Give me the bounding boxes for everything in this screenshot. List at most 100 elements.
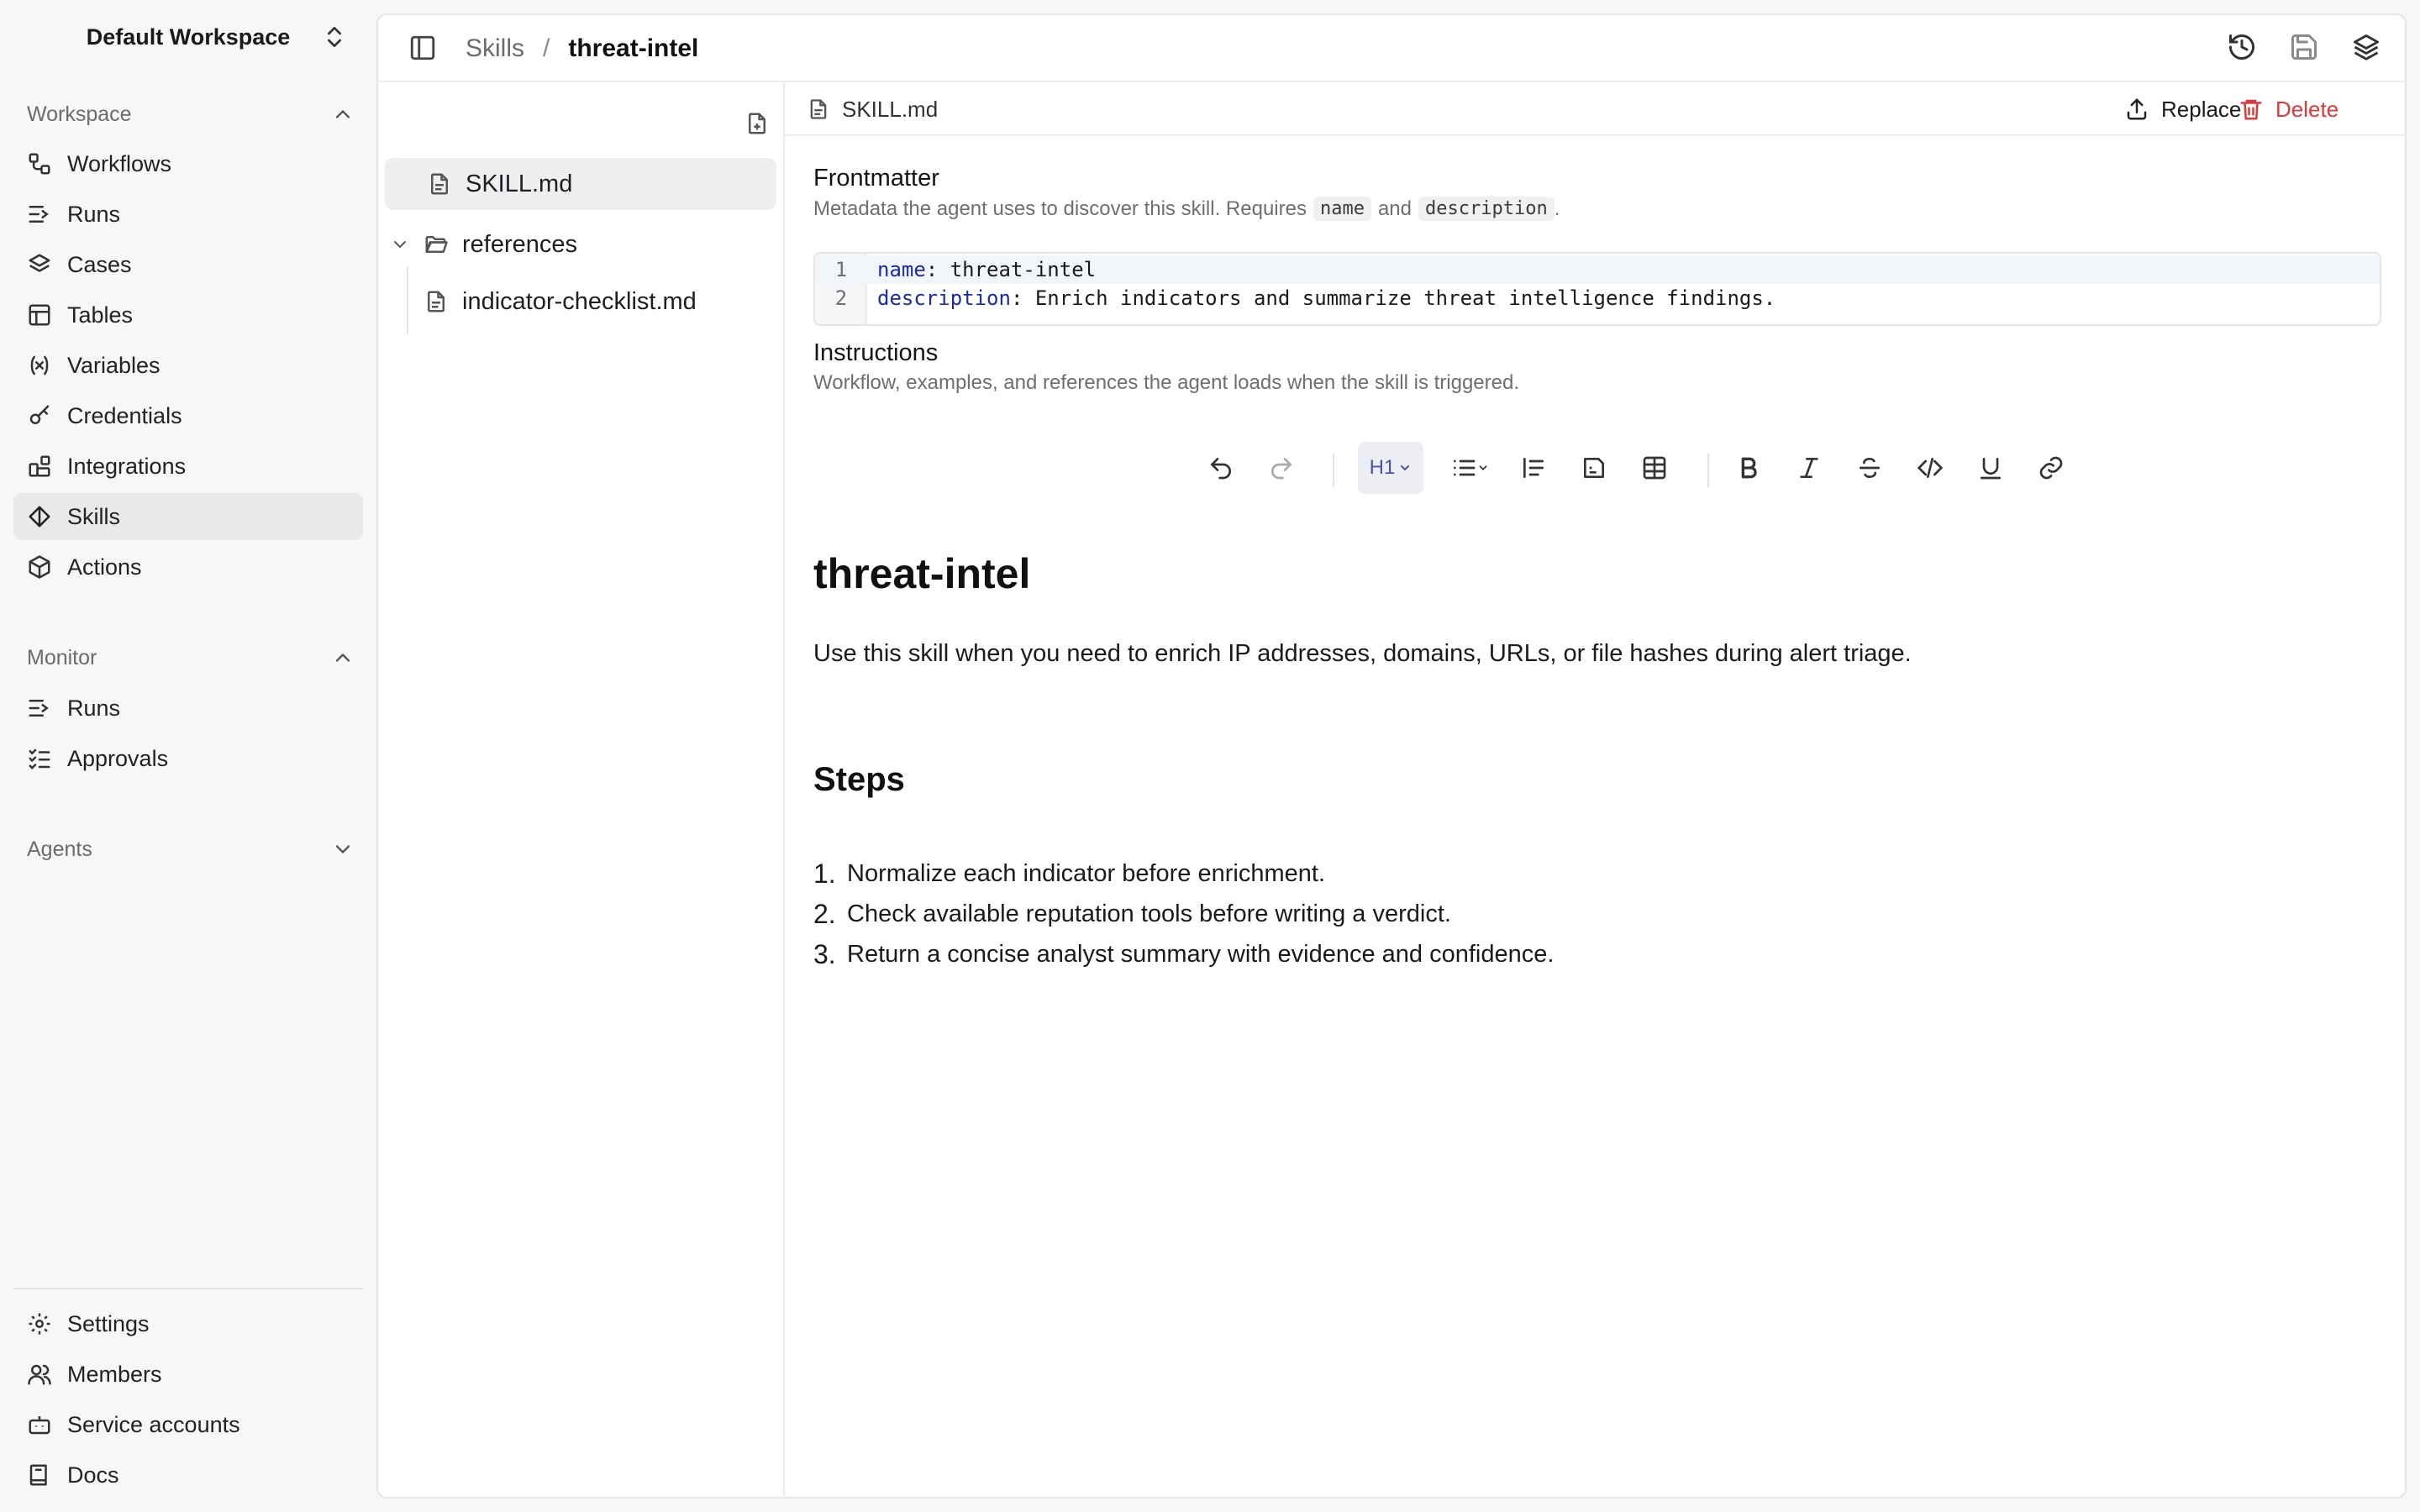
file-bar: SKILL.md Replace Delete [785,82,2405,136]
frontmatter-code-editor[interactable]: 1 name: threat-intel 2 description: Enri… [813,252,2381,326]
workspace-group-title: Workspace [27,102,132,126]
list-item[interactable]: 1. Normalize each indicator before enric… [813,853,1554,894]
code-line: 1 name: threat-intel [815,255,2380,284]
workspace-name: Default Workspace [86,24,291,50]
sidebar-item-tables[interactable]: Tables [13,291,363,339]
workflow-icon [29,153,50,175]
document-paragraph[interactable]: Use this skill when you need to enrich I… [813,640,1912,668]
list-icon [1454,459,1476,476]
sidebar-item-credentials[interactable]: Credentials [13,392,363,439]
instructions-title: Instructions [813,339,939,366]
editor-pane: SKILL.md Replace Delete Frontmatter Meta… [785,82,2405,1497]
monitor-group-toggle[interactable]: Monitor [27,641,355,675]
sidebar-item-label: Tables [67,302,134,328]
code-icon [1917,458,1944,478]
table-icon [1643,456,1666,480]
sidebar-item-service-accounts[interactable]: Service accounts [13,1401,363,1448]
layers-plus-icon [2354,34,2379,60]
sidebar-item-label: Approvals [67,745,169,771]
sidebar-item-settings[interactable]: Settings [13,1300,363,1347]
frontmatter-subtitle: Metadata the agent uses to discover this… [813,197,1560,221]
upload-icon [2127,97,2147,120]
redo-icon [1271,458,1292,480]
sidebar-item-actions[interactable]: Actions [13,543,363,591]
list-item-text: Check available reputation tools before … [847,900,1451,927]
agents-group-title: Agents [27,837,92,861]
undo-button[interactable] [1200,447,1242,489]
chevrons-up-down-icon [328,27,341,47]
trash-icon [2240,99,2262,120]
inline-code-button[interactable] [1909,447,1951,489]
insert-table-button[interactable] [1634,447,1676,489]
tree-folder-references[interactable]: references [390,218,776,270]
bold-button[interactable] [1728,447,1770,489]
code-block-button[interactable] [1573,447,1615,489]
underline-button[interactable] [1970,447,2012,489]
sidebar-item-label: Service accounts [67,1411,240,1437]
save-button[interactable] [2289,32,2319,62]
folder-open-icon [425,236,448,253]
tree-file-skill-md[interactable]: SKILL.md [385,158,776,210]
sidebar-item-approvals[interactable]: Approvals [13,735,363,782]
list-item[interactable]: 3. Return a concise analyst summary with… [813,934,1554,974]
document-ordered-list: 1. Normalize each indicator before enric… [813,853,1554,974]
line-number: 1 [834,258,848,281]
document-heading-1[interactable]: threat-intel [813,549,1030,598]
breadcrumb: Skills / threat-intel [466,15,698,82]
text-quote-icon [1523,458,1544,478]
delete-button[interactable]: Delete [2228,89,2349,129]
publish-button[interactable] [2351,32,2381,62]
sidebar-item-members[interactable]: Members [13,1351,363,1398]
bullet-list-dropdown[interactable] [1442,447,1497,489]
chevron-down-icon [335,845,350,854]
blockquote-button[interactable] [1512,447,1555,489]
tree-item-label: references [462,230,578,258]
sidebar-item-runs[interactable]: Runs [13,191,363,238]
sidebar-item-label: Cases [67,251,132,277]
workspace-group-toggle[interactable]: Workspace [27,97,355,131]
sidebar-item-monitor-runs[interactable]: Runs [13,685,363,732]
workspace-switcher[interactable]: Default Workspace [13,12,363,62]
file-tree: SKILL.md references indicator-checklist.… [378,82,785,1497]
chevron-down-icon [1401,465,1410,471]
integrations-icon [29,455,50,477]
link-icon [2039,456,2063,480]
sidebar-item-skills[interactable]: Skills [13,493,363,540]
list-number: 2. [813,898,836,929]
history-button[interactable] [2227,32,2257,62]
sidebar-item-label: Integrations [67,453,187,479]
key-icon [29,405,50,424]
code-text: name: threat-intel [877,258,1097,281]
new-file-icon[interactable] [744,111,770,136]
strikethrough-button[interactable] [1849,447,1891,489]
sidebar-item-cases[interactable]: Cases [13,241,363,288]
list-item[interactable]: 2. Check available reputation tools befo… [813,894,1554,934]
undo-icon [1210,458,1231,480]
frontmatter-subtitle-and: and [1377,197,1412,220]
runs-icon [29,700,49,717]
sidebar-item-label: Credentials [67,402,182,428]
agents-group-toggle[interactable]: Agents [27,832,355,866]
document-heading-2[interactable]: Steps [813,761,905,799]
code-line: 2 description: Enrich indicators and sum… [815,284,2380,312]
frontmatter-subtitle-prefix: Metadata the agent uses to discover this… [813,197,1307,220]
redo-button[interactable] [1260,447,1302,489]
italic-icon [1800,458,1818,478]
sidebar-item-docs[interactable]: Docs [13,1452,363,1499]
breadcrumb-skills-link[interactable]: Skills [466,34,524,63]
heading-dropdown[interactable]: H1 [1358,442,1423,494]
link-button[interactable] [2030,447,2072,489]
italic-button[interactable] [1788,447,1830,489]
history-icon [2229,34,2254,60]
monitor-group-title: Monitor [27,645,97,669]
sidebar-item-variables[interactable]: Variables [13,342,363,389]
sidebar-item-integrations[interactable]: Integrations [13,443,363,490]
book-icon [29,1464,47,1486]
list-item-text: Return a concise analyst summary with ev… [847,940,1555,968]
code-text: description: Enrich indicators and summa… [877,286,1776,310]
breadcrumb-separator: / [543,34,550,62]
tree-file-indicator-checklist[interactable]: indicator-checklist.md [424,276,776,328]
chevron-up-icon [335,653,350,662]
sidebar-toggle-icon[interactable] [408,34,437,62]
sidebar-item-workflows[interactable]: Workflows [13,140,363,187]
